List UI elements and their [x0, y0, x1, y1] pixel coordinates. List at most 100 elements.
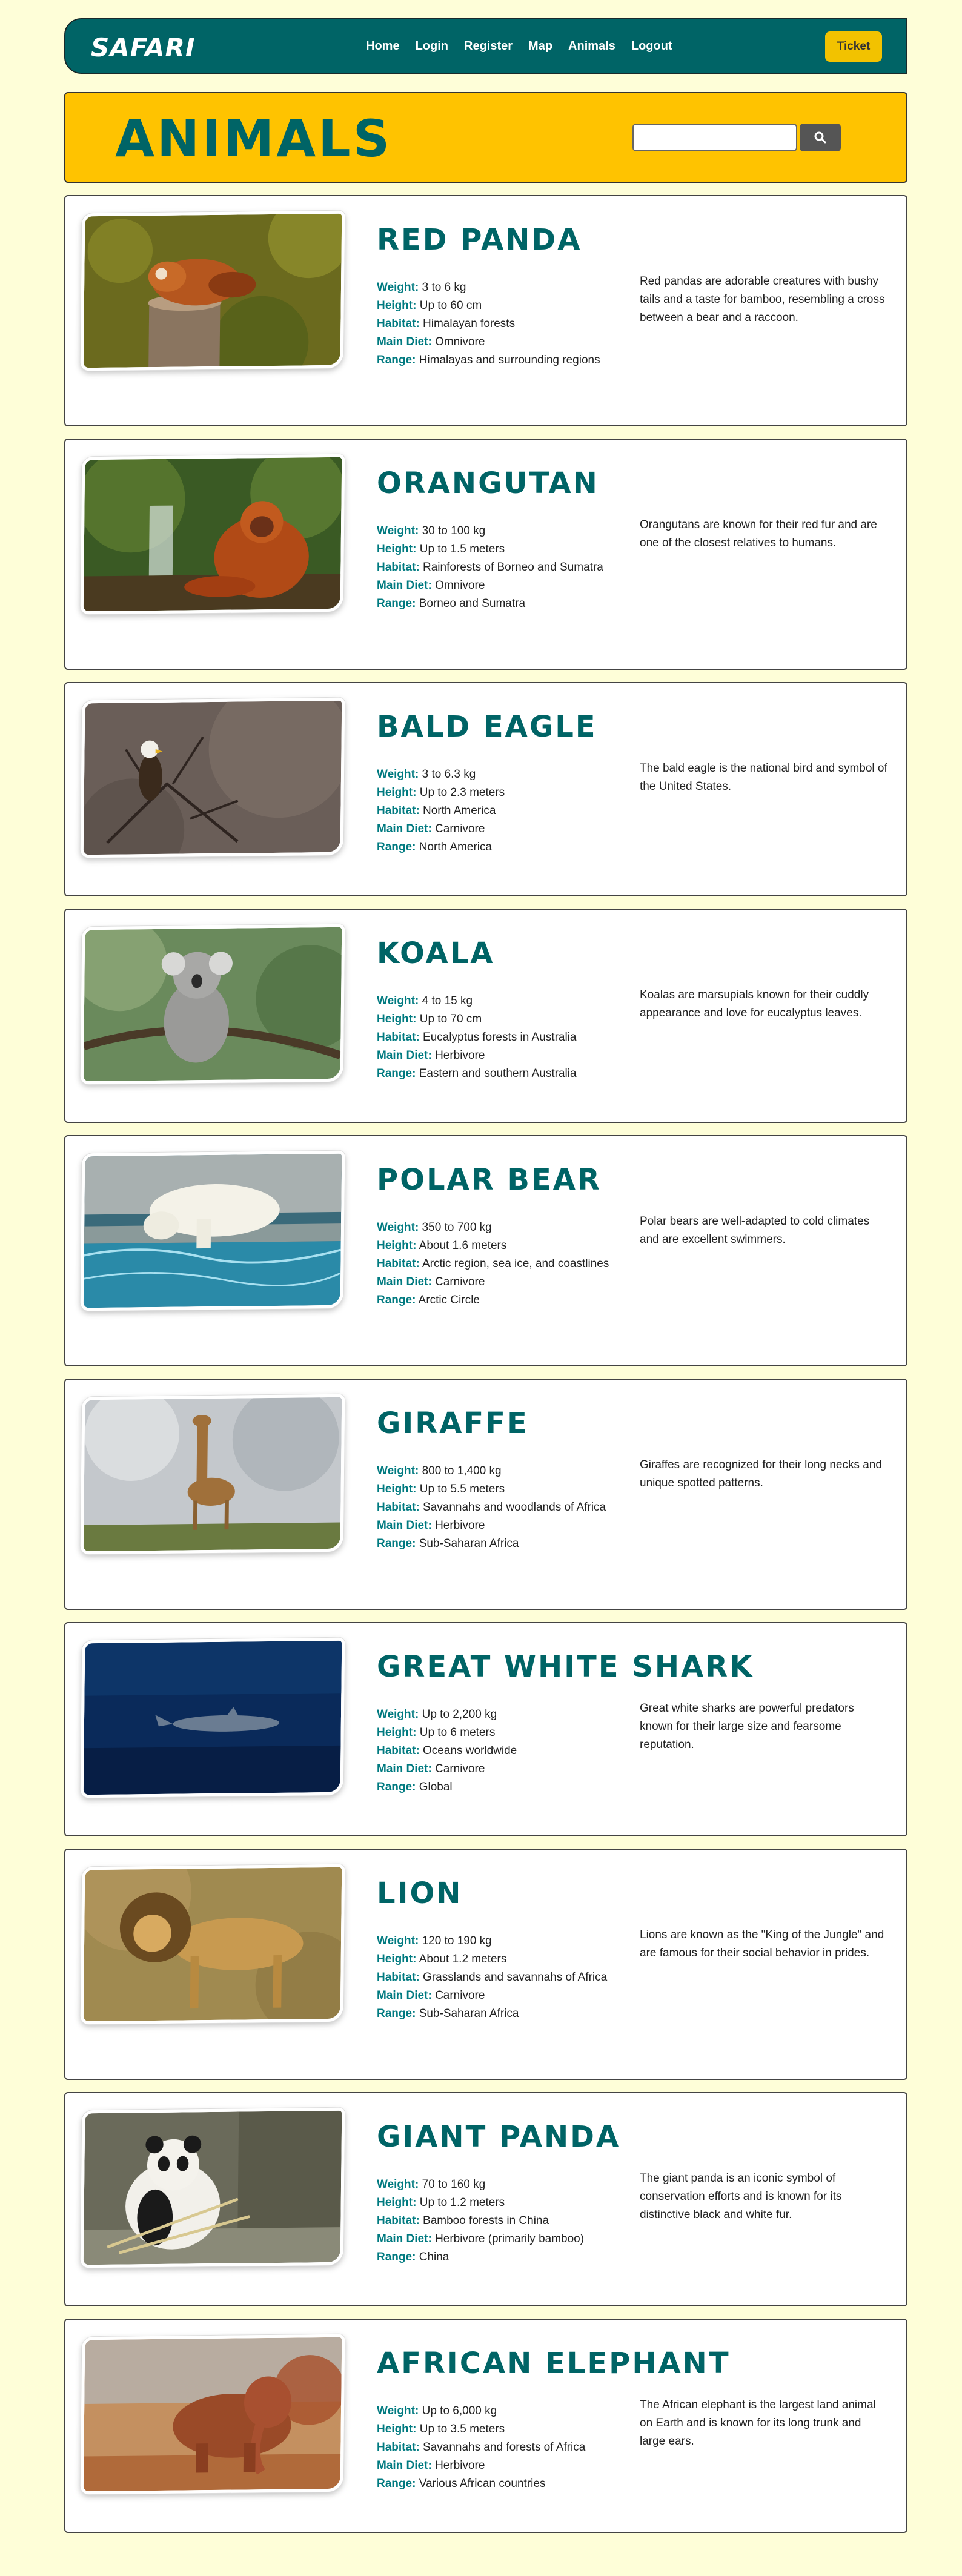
fact-label: Habitat:: [377, 1971, 420, 1984]
fact-value: Up to 3.5 meters: [419, 2423, 505, 2435]
nav-link-login[interactable]: Login: [416, 39, 448, 53]
animal-description: The giant panda is an iconic symbol of c…: [640, 2172, 842, 2221]
fact-value: North America: [419, 841, 493, 853]
fact-habitat: Habitat: North America: [377, 802, 613, 820]
fact-value: Up to 70 cm: [419, 1013, 482, 1025]
fact-label: Weight:: [377, 995, 419, 1007]
fact-value: Oceans worldwide: [423, 1744, 517, 1757]
fact-label: Main Diet:: [377, 1276, 432, 1288]
fact-value: Omnivore: [435, 579, 485, 592]
fact-diet: Main Diet: Carnivore: [377, 1760, 613, 1778]
giant-panda-photo: [80, 2107, 345, 2268]
orangutan-photo: [80, 454, 345, 615]
ticket-button[interactable]: Ticket: [825, 31, 882, 62]
fact-label: Habitat:: [377, 561, 420, 574]
hero-banner: ANIMALS: [64, 92, 907, 183]
fact-value: Rainforests of Borneo and Sumatra: [423, 561, 603, 574]
fact-value: Borneo and Sumatra: [419, 597, 526, 610]
fact-height: Height: Up to 70 cm: [377, 1010, 613, 1028]
fact-habitat: Habitat: Savannahs and woodlands of Afri…: [377, 1498, 613, 1517]
fact-height: Height: Up to 2.3 meters: [377, 784, 613, 802]
search-input[interactable]: [632, 124, 797, 151]
fact-habitat: Habitat: Savannahs and forests of Africa: [377, 2439, 613, 2457]
fact-habitat: Habitat: Grasslands and savannahs of Afr…: [377, 1968, 613, 1987]
fact-range: Range: Sub-Saharan Africa: [377, 2005, 613, 2023]
fact-value: Up to 60 cm: [419, 299, 482, 312]
animal-card-great-white-shark: GREAT WHITE SHARK Weight: Up to 2,200 kg H…: [64, 1622, 907, 1836]
fact-habitat: Habitat: Oceans worldwide: [377, 1742, 613, 1760]
fact-value: 350 to 700 kg: [422, 1221, 492, 1234]
nav-link-map[interactable]: Map: [528, 39, 552, 53]
fact-label: Main Diet:: [377, 579, 432, 592]
animal-facts: Weight: 30 to 100 kg Height: Up to 1.5 me…: [377, 522, 613, 613]
brand-logo[interactable]: SAFARI: [91, 33, 196, 62]
animal-description: Great white sharks are powerful predator…: [640, 1702, 854, 1751]
bald-eagle-photo: [80, 697, 345, 858]
fact-value: Herbivore (primarily bamboo): [435, 2233, 585, 2245]
fact-label: Range:: [377, 597, 416, 610]
fact-range: Range: Eastern and southern Australia: [377, 1065, 613, 1083]
fact-value: 3 to 6.3 kg: [422, 768, 476, 781]
fact-weight: Weight: 3 to 6 kg: [377, 279, 613, 297]
fact-range: Range: Sub-Saharan Africa: [377, 1535, 613, 1553]
fact-value: Up to 2,200 kg: [422, 1708, 497, 1721]
fact-value: Arctic Circle: [418, 1294, 480, 1306]
fact-value: Himalayan forests: [423, 317, 516, 330]
animal-description: Lions are known as the "King of the Jung…: [640, 1929, 884, 1959]
fact-habitat: Habitat: Rainforests of Borneo and Sumat…: [377, 558, 613, 577]
fact-label: Height:: [377, 2196, 417, 2209]
fact-label: Main Diet:: [377, 1519, 432, 1532]
fact-label: Weight:: [377, 1708, 419, 1721]
animal-facts: Weight: 70 to 160 kg Height: Up to 1.2 me…: [377, 2176, 613, 2266]
fact-value: 70 to 160 kg: [422, 2178, 486, 2191]
fact-habitat: Habitat: Himalayan forests: [377, 315, 613, 333]
animal-facts: Weight: 4 to 15 kg Height: Up to 70 cm Hab…: [377, 992, 613, 1083]
animal-card-african-elephant: AFRICAN ELEPHANT Weight: Up to 6,000 kg He…: [64, 2319, 907, 2533]
fact-weight: Weight: Up to 6,000 kg: [377, 2402, 613, 2420]
fact-label: Height:: [377, 1239, 417, 1252]
fact-label: Height:: [377, 2423, 417, 2435]
nav-links: Home Login Register Map Animals Logout: [366, 19, 688, 73]
fact-height: Height: About 1.6 meters: [377, 1237, 613, 1255]
animal-name: GREAT WHITE SHARK: [377, 1650, 754, 1684]
animal-card-lion: LION Weight: 120 to 190 kg Height: About 1…: [64, 1849, 907, 2080]
fact-label: Height:: [377, 299, 417, 312]
nav-link-animals[interactable]: Animals: [568, 39, 615, 53]
fact-value: About 1.2 meters: [419, 1953, 507, 1965]
fact-weight: Weight: 120 to 190 kg: [377, 1932, 613, 1950]
fact-value: Herbivore: [435, 1519, 485, 1532]
fact-habitat: Habitat: Arctic region, sea ice, and coa…: [377, 1255, 613, 1273]
fact-weight: Weight: 30 to 100 kg: [377, 522, 613, 540]
nav-link-logout[interactable]: Logout: [631, 39, 672, 53]
fact-value: Omnivore: [435, 336, 485, 348]
fact-range: Range: Himalayas and surrounding regions: [377, 351, 613, 369]
fact-label: Weight:: [377, 1935, 419, 1947]
fact-value: Up to 6 meters: [419, 1726, 496, 1739]
fact-range: Range: Various African countries: [377, 2475, 613, 2493]
fact-label: Habitat:: [377, 1257, 420, 1270]
fact-label: Range:: [377, 1067, 416, 1080]
fact-value: About 1.6 meters: [419, 1239, 507, 1252]
fact-range: Range: Borneo and Sumatra: [377, 595, 613, 613]
fact-label: Main Diet:: [377, 2233, 432, 2245]
fact-value: Carnivore: [435, 823, 485, 835]
fact-diet: Main Diet: Herbivore (primarily bamboo): [377, 2230, 613, 2248]
fact-label: Main Diet:: [377, 1763, 432, 1775]
fact-height: Height: Up to 60 cm: [377, 297, 613, 315]
nav-link-register[interactable]: Register: [464, 39, 513, 53]
fact-label: Height:: [377, 1013, 417, 1025]
animal-facts: Weight: Up to 6,000 kg Height: Up to 3.5 …: [377, 2402, 613, 2493]
fact-label: Weight:: [377, 1221, 419, 1234]
koala-photo: [80, 924, 345, 1085]
fact-height: Height: Up to 1.5 meters: [377, 540, 613, 558]
fact-range: Range: China: [377, 2248, 613, 2266]
fact-height: Height: About 1.2 meters: [377, 1950, 613, 1968]
animal-description: Red pandas are adorable creatures with b…: [640, 275, 885, 324]
fact-value: Sub-Saharan Africa: [419, 1537, 519, 1550]
search-icon: [814, 131, 826, 144]
search-button[interactable]: [800, 124, 841, 151]
nav-link-home[interactable]: Home: [366, 39, 400, 53]
animal-description: Giraffes are recognized for their long n…: [640, 1459, 882, 1489]
lion-photo: [80, 1864, 345, 2025]
fact-label: Range:: [377, 1294, 416, 1306]
